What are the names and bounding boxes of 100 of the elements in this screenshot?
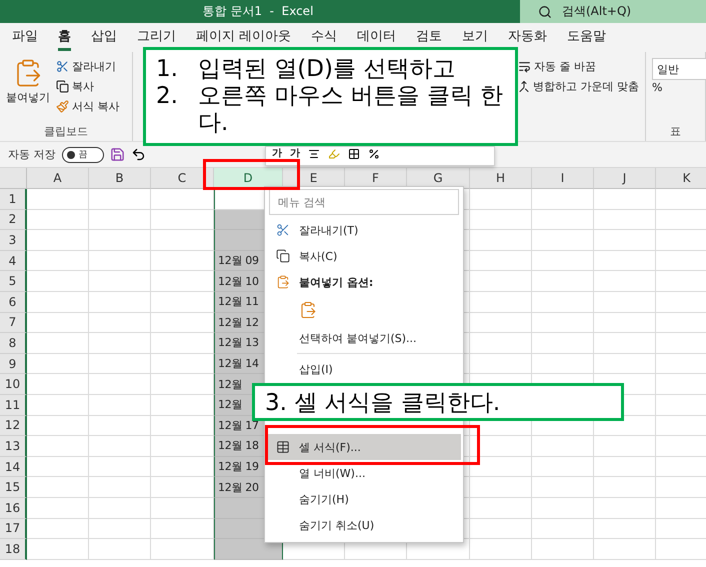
number-format-dropdown[interactable]: 일반 <box>652 58 706 80</box>
row-header[interactable]: 15 <box>0 477 27 498</box>
save-icon[interactable] <box>110 147 124 162</box>
table-cell <box>89 230 151 251</box>
group-label: 클립보드 <box>43 124 89 139</box>
menu-search-field[interactable]: 메뉴 검색 <box>269 189 459 215</box>
table-cell <box>532 189 594 210</box>
table-cell <box>89 271 151 292</box>
table-cell <box>27 456 89 478</box>
row-header[interactable]: 9 <box>0 354 27 374</box>
table-cell <box>27 189 89 210</box>
column-header[interactable]: I <box>532 168 594 189</box>
table-cell <box>27 312 89 334</box>
table-cell <box>27 210 89 230</box>
row-header[interactable]: 7 <box>0 312 27 334</box>
scissors-icon <box>276 223 290 237</box>
row-header[interactable]: 18 <box>0 539 27 560</box>
table-cell <box>656 518 706 540</box>
column-header[interactable]: K <box>656 168 706 189</box>
ribbon-tab[interactable]: 검토 <box>416 24 442 51</box>
table-cell <box>594 498 656 518</box>
step-text: 오른쪽 마우스 버튼을 클릭 한다. <box>198 83 504 137</box>
merge-center-button[interactable]: 병합하고 가운데 맞춤 <box>518 78 639 95</box>
column-header[interactable]: H <box>470 168 532 189</box>
table-cell <box>594 210 656 230</box>
table-cell <box>532 250 594 272</box>
table-cell <box>532 436 594 457</box>
table-cell <box>27 230 89 251</box>
row-header[interactable]: 12 <box>0 416 27 436</box>
table-cell <box>532 292 594 313</box>
undo-icon[interactable] <box>130 147 146 162</box>
table-cell <box>89 292 151 313</box>
row-header[interactable]: 17 <box>0 518 27 540</box>
column-header[interactable]: A <box>27 168 89 189</box>
ribbon-tab[interactable]: 보기 <box>462 24 488 51</box>
percent-icon[interactable] <box>368 148 380 160</box>
column-header[interactable]: B <box>89 168 151 189</box>
step-number: 1. <box>156 56 179 83</box>
format-painter-button[interactable]: 서식 복사 <box>56 98 120 115</box>
wrap-icon <box>518 60 531 73</box>
cut-button[interactable]: 잘라내기 <box>56 58 120 75</box>
borders-icon[interactable] <box>348 148 360 160</box>
menu-item[interactable]: 잘라내기(T) <box>267 217 461 243</box>
table-cell <box>656 210 706 230</box>
row-header[interactable]: 6 <box>0 292 27 313</box>
table-cell <box>532 539 594 560</box>
row-header[interactable]: 5 <box>0 271 27 292</box>
font-button[interactable]: 가 <box>290 148 300 159</box>
search-field[interactable]: 검색(Alt+Q) <box>520 0 706 23</box>
table-cell <box>151 250 214 272</box>
table-cell <box>594 189 656 210</box>
row-header[interactable]: 1 <box>0 189 27 210</box>
table-cell <box>470 539 532 560</box>
ribbon-tab[interactable]: 도움말 <box>567 24 606 51</box>
ribbon-tab[interactable]: 파일 <box>12 24 38 51</box>
row-header[interactable]: 2 <box>0 210 27 230</box>
font-button[interactable]: 가 <box>272 148 282 159</box>
ribbon-tab[interactable]: 삽입 <box>91 24 117 51</box>
row-header[interactable]: 14 <box>0 456 27 478</box>
table-cell <box>151 312 214 334</box>
paste-button[interactable]: 붙여넣기 <box>6 58 50 124</box>
table-cell <box>151 271 214 292</box>
autosave-toggle[interactable]: 끔 <box>62 146 104 162</box>
table-cell <box>151 518 214 540</box>
ribbon-tab[interactable]: 자동화 <box>508 24 548 51</box>
row-header[interactable]: 10 <box>0 374 27 395</box>
ribbon-tab[interactable]: 그리기 <box>137 24 176 51</box>
table-icon <box>276 440 290 454</box>
ribbon-tab[interactable]: 페이지 레이아웃 <box>196 24 292 51</box>
copy-icon <box>276 249 290 263</box>
column-header[interactable]: J <box>594 168 656 189</box>
align-icon[interactable] <box>308 148 320 160</box>
row-header[interactable]: 11 <box>0 394 27 416</box>
row-header[interactable]: 16 <box>0 498 27 518</box>
column-header[interactable]: C <box>151 168 214 189</box>
table-cell <box>27 271 89 292</box>
table-cell <box>151 230 214 251</box>
menu-item[interactable]: 셀 서식(F)... <box>267 434 461 460</box>
table-cell <box>27 333 89 354</box>
table-cell <box>89 498 151 518</box>
row-header[interactable]: 8 <box>0 333 27 354</box>
clipboard-icon <box>299 301 317 319</box>
table-cell <box>27 292 89 313</box>
window-title: 통합 문서1 - Excel <box>202 3 314 20</box>
table-cell <box>532 312 594 334</box>
ribbon-tab[interactable]: 수식 <box>311 24 338 51</box>
copy-button[interactable]: 복사 <box>56 78 120 95</box>
table-cell <box>89 518 151 540</box>
row-header[interactable]: 13 <box>0 436 27 457</box>
row-header[interactable]: 3 <box>0 230 27 251</box>
menu-item[interactable]: 숨기기 취소(U) <box>267 512 461 538</box>
ribbon-tab[interactable]: 데이터 <box>357 24 396 51</box>
table-cell <box>151 539 214 560</box>
table-cell <box>594 354 656 374</box>
row-header[interactable]: 4 <box>0 250 27 272</box>
percent-button[interactable]: % <box>652 80 699 95</box>
step-number: 2. <box>156 83 179 111</box>
wrap-text-button[interactable]: 자동 줄 바꿈 <box>518 58 639 75</box>
table-cell <box>532 456 594 478</box>
table-cell <box>27 498 89 518</box>
